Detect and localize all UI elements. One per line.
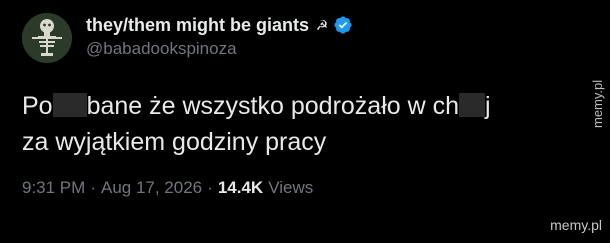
views-label: Views <box>268 178 314 197</box>
tweet-text-line-2: za wyjątkiem godziny pracy <box>22 128 327 156</box>
watermark-bottom: memy.pl <box>550 217 602 233</box>
name-row: they/them might be giants ☭ <box>86 14 353 36</box>
tweet-time[interactable]: 9:31 PM <box>22 178 85 198</box>
tweet-text-part: j <box>485 92 491 120</box>
tweet-card: they/them might be giants ☭ @babadookspi… <box>0 0 610 243</box>
user-handle[interactable]: @babadookspinoza <box>86 39 353 59</box>
hammer-sickle-icon: ☭ <box>315 16 329 33</box>
tweet-text-part: bane że wszystko podrożało w ch <box>86 92 460 120</box>
censor-block <box>459 93 486 118</box>
tweet-text: Po bane że wszystko podrożało w ch j za wy… <box>22 88 582 160</box>
tweet-text-part: Po <box>22 92 53 120</box>
censor-block <box>52 93 87 118</box>
views-count[interactable]: 14.4K <box>218 178 263 198</box>
display-name[interactable]: they/them might be giants <box>86 15 309 36</box>
separator-dot: · <box>90 178 96 197</box>
avatar[interactable] <box>22 13 72 63</box>
tweet-header: they/them might be giants ☭ @babadookspi… <box>86 14 353 59</box>
verified-badge-icon[interactable] <box>333 15 353 35</box>
watermark-vertical: memy.pl <box>590 79 605 128</box>
tweet-meta: 9:31 PM · Aug 17, 2026 · 14.4K Views <box>22 178 313 198</box>
tweet-date[interactable]: Aug 17, 2026 <box>101 178 202 198</box>
separator-dot: · <box>207 178 213 197</box>
tweet-text-line-1: Po bane że wszystko podrożało w ch j <box>22 88 582 124</box>
skeleton-avatar-icon <box>22 13 72 63</box>
